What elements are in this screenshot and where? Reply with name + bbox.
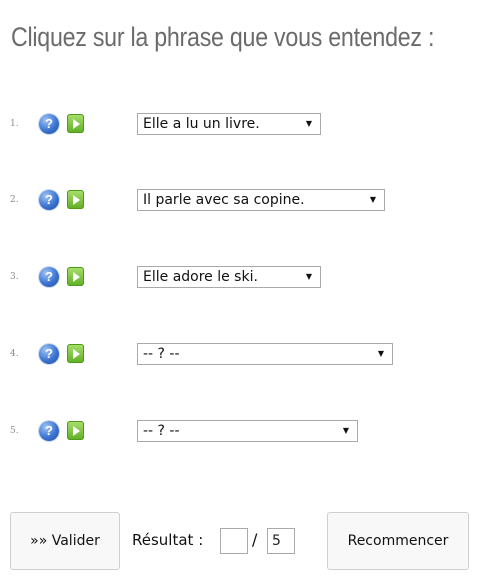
restart-button[interactable]: Recommencer [327,512,469,570]
answer-select-value: -- ? -- [143,346,180,362]
question-icon[interactable]: ? [39,114,59,134]
answer-select-value: Elle a lu un livre. [143,116,260,132]
chevron-down-icon: ▼ [342,426,349,435]
play-icon[interactable] [67,267,84,286]
chevron-down-icon: ▼ [377,349,384,358]
answer-select-value: Il parle avec sa copine. [143,192,305,208]
chevron-down-icon: ▼ [305,272,312,281]
play-icon[interactable] [67,344,84,363]
answer-select-2[interactable]: Il parle avec sa copine. ▼ [137,189,385,211]
question-row: 4. ? -- ? -- ▼ [0,343,504,367]
question-number: 2. [10,195,19,205]
question-row: 2. ? Il parle avec sa copine. ▼ [0,189,504,213]
answer-select-5[interactable]: -- ? -- ▼ [137,420,358,442]
play-icon[interactable] [67,190,84,209]
question-number: 3. [10,272,19,282]
result-label: Résultat : [132,531,204,549]
answer-select-3[interactable]: Elle adore le ski. ▼ [137,266,321,288]
question-number: 4. [10,349,19,359]
chevron-down-icon: ▼ [369,195,376,204]
question-row: 5. ? -- ? -- ▼ [0,420,504,444]
question-icon[interactable]: ? [39,421,59,441]
question-icon[interactable]: ? [39,344,59,364]
score-separator: / [252,530,258,549]
question-number: 1. [10,119,19,129]
question-row: 1. ? Elle a lu un livre. ▼ [0,113,504,137]
validate-button[interactable]: »» Valider [10,512,120,570]
total-field: 5 [267,528,295,554]
chevron-down-icon: ▼ [305,119,312,128]
score-field [220,528,248,554]
answer-select-1[interactable]: Elle a lu un livre. ▼ [137,113,321,135]
question-icon[interactable]: ? [39,190,59,210]
play-icon[interactable] [67,114,84,133]
answer-select-value: -- ? -- [143,423,180,439]
question-row: 3. ? Elle adore le ski. ▼ [0,266,504,290]
answer-select-4[interactable]: -- ? -- ▼ [137,343,393,365]
play-icon[interactable] [67,421,84,440]
answer-select-value: Elle adore le ski. [143,269,258,285]
question-icon[interactable]: ? [39,267,59,287]
page-title: Cliquez sur la phrase que vous entendez … [11,22,435,52]
question-number: 5. [10,426,19,436]
